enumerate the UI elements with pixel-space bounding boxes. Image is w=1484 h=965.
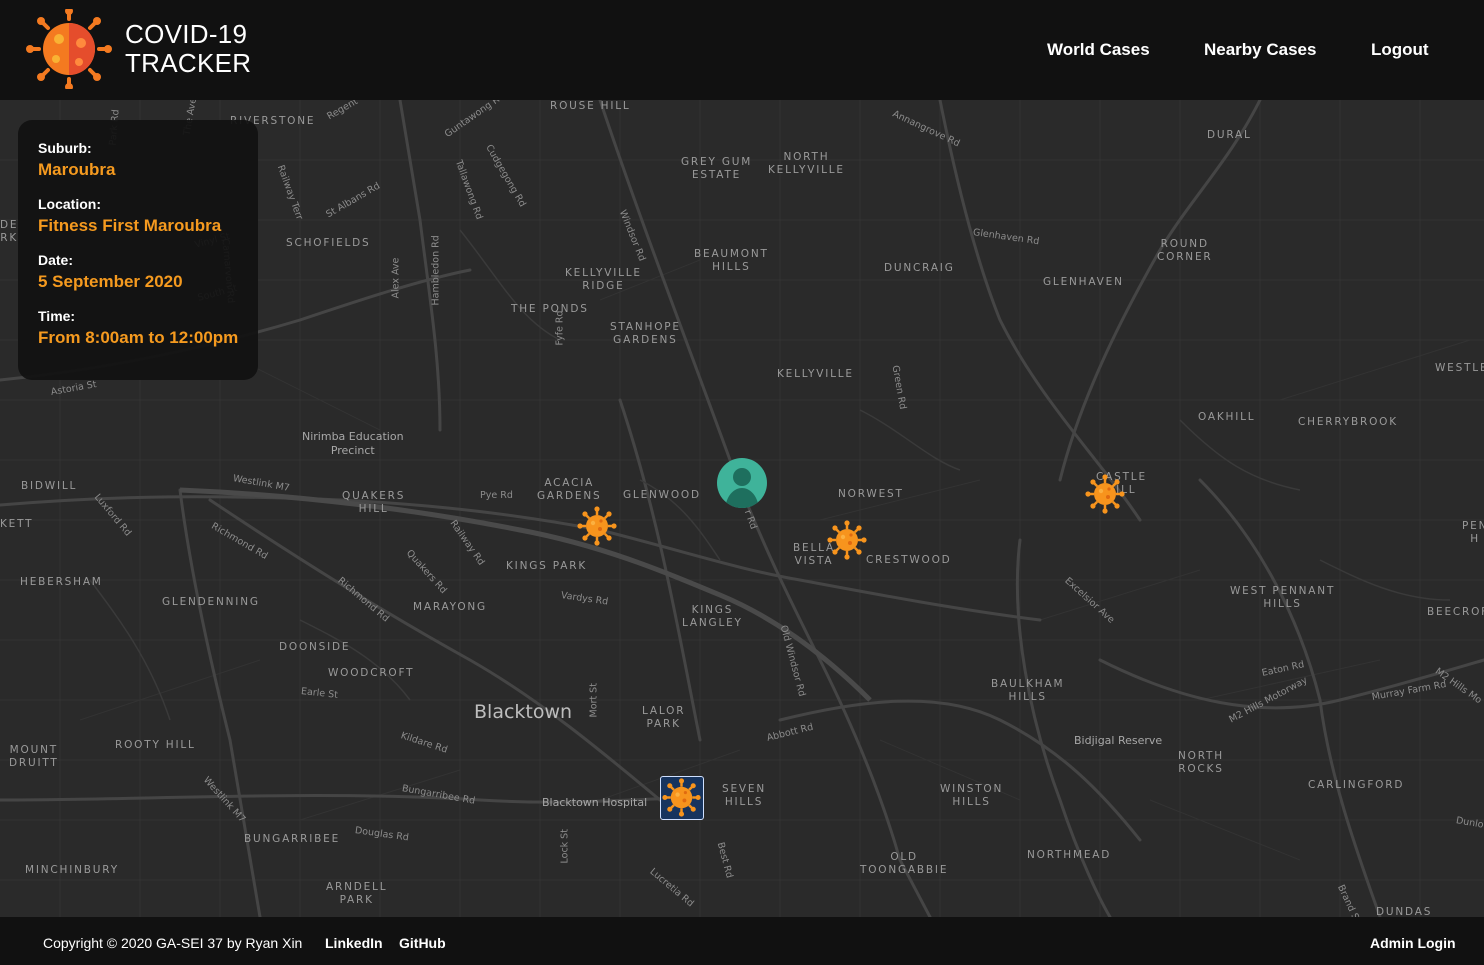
date-value: 5 September 2020 xyxy=(38,272,183,291)
app-header: COVID-19 TRACKER World Cases Nearby Case… xyxy=(0,0,1484,100)
location-label: Location: xyxy=(38,196,101,212)
case-marker-virus-icon[interactable] xyxy=(826,519,868,561)
date-label: Date: xyxy=(38,252,74,268)
copyright-text: Copyright © 2020 GA-SEI 37 by Ryan Xin xyxy=(43,935,303,951)
linkedin-link[interactable]: LinkedIn xyxy=(325,935,383,951)
user-avatar-icon xyxy=(725,468,759,508)
map-poi-label: Nirimba Education Precinct xyxy=(302,430,404,457)
virus-icon xyxy=(827,520,867,560)
nav-world-cases[interactable]: World Cases xyxy=(1047,40,1150,60)
virus-icon xyxy=(1085,474,1125,514)
nav-nearby-cases[interactable]: Nearby Cases xyxy=(1204,40,1316,60)
case-info-panel: Suburb: Maroubra Location: Fitness First… xyxy=(18,120,258,380)
map-poi-label: Blacktown Hospital xyxy=(542,796,648,809)
app-footer: Copyright © 2020 GA-SEI 37 by Ryan Xin L… xyxy=(0,917,1484,965)
nav-logout[interactable]: Logout xyxy=(1371,40,1429,60)
virus-icon xyxy=(662,778,701,817)
suburb-label: Suburb: xyxy=(38,140,92,156)
suburb-value: Maroubra xyxy=(38,160,116,179)
virus-logo-icon xyxy=(26,9,112,89)
case-marker-virus-icon[interactable] xyxy=(576,505,618,547)
time-label: Time: xyxy=(38,308,76,324)
app-title-line2: TRACKER xyxy=(125,48,252,78)
user-location-marker[interactable] xyxy=(717,458,767,508)
virus-icon xyxy=(577,506,617,546)
github-link[interactable]: GitHub xyxy=(399,935,446,951)
case-marker-virus-icon[interactable] xyxy=(1084,473,1126,515)
location-value: Fitness First Maroubra xyxy=(38,216,222,235)
app-title: COVID-19 TRACKER xyxy=(125,20,251,78)
case-marker-virus-icon-selected[interactable] xyxy=(660,776,704,820)
map-city-label: Blacktown xyxy=(474,701,573,723)
app-title-line1: COVID-19 xyxy=(125,19,248,49)
admin-login-link[interactable]: Admin Login xyxy=(1370,935,1456,951)
time-value: From 8:00am to 12:00pm xyxy=(38,328,239,347)
map-poi-label: Bidjigal Reserve xyxy=(1074,734,1163,747)
